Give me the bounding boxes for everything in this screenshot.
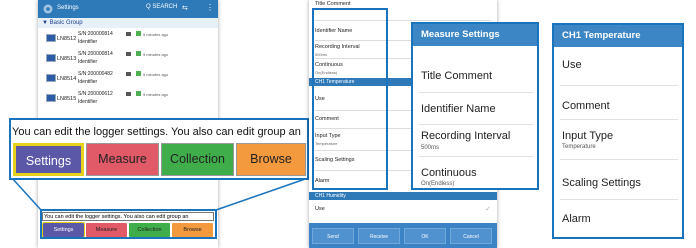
cancel-button[interactable]: Cancel [450,228,492,244]
logger-serial: S/N:200000482 [78,71,113,77]
settings-gear-icon [43,4,53,14]
logger-device-icon [46,34,56,42]
logger-item[interactable]: LN8513 S/N:200000814 Identifier 9 minute… [46,50,216,68]
panel-item-comment[interactable]: Comment [562,100,610,112]
receive-button[interactable]: Receive [358,228,400,244]
divider [560,199,678,200]
logger-serial: S/N:200000814 [78,51,113,57]
checkbox-icon[interactable]: ✓ [485,205,491,213]
battery-icon [126,32,131,36]
divider [560,85,678,86]
divider [560,159,678,160]
logger-item[interactable]: LN8515 S/N:200000612 Identifier 9 minute… [46,90,216,108]
signal-icon [136,51,141,56]
logger-status: 9 minutes ago [143,92,169,97]
logger-item[interactable]: LN8514 S/N:200000482 Identifier 9 minute… [46,70,216,88]
logger-device-icon [46,74,56,82]
panel-item-scaling-settings[interactable]: Scaling Settings [562,177,641,189]
signal-icon [136,91,141,96]
search-button[interactable]: Q SEARCH [146,4,177,10]
send-button[interactable]: Send [312,228,354,244]
panel-item-recording-interval[interactable]: Recording Interval [421,130,510,142]
setting-label: Use [315,206,325,212]
panel-item-use[interactable]: Use [562,59,582,71]
battery-icon [126,92,131,96]
section-header-ch1-humidity: CH1 Humidity [309,192,497,200]
logger-identifier: Identifier [78,79,98,85]
overflow-menu-icon[interactable]: ⋮ [206,3,214,12]
setting-row-humidity-use[interactable]: Use [315,206,495,212]
panel-measure-settings: Measure Settings Title Comment Identifie… [411,22,539,190]
panel-item-value: On(Endless) [421,181,455,187]
tab-collection[interactable]: Collection [161,143,234,176]
divider [560,119,678,120]
panel-item-input-type[interactable]: Input Type [562,130,613,142]
logger-identifier: Identifier [78,39,98,45]
setting-row-title-comment[interactable]: Title Comment [315,1,495,7]
logger-name: LN8513 [57,56,77,62]
logger-status: 9 minutes ago [143,52,169,57]
panel-header: CH1 Temperature [554,25,682,47]
logger-status: 9 minutes ago [143,32,169,37]
logger-serial: S/N:200000814 [78,31,113,37]
divider [419,92,533,93]
logger-name: LN8512 [57,36,77,42]
logger-serial: S/N:200000612 [78,91,113,97]
panel-item-identifier-name[interactable]: Identifier Name [421,103,496,115]
tab-browse[interactable]: Browse [236,143,306,176]
battery-icon [126,72,131,76]
divider [419,124,533,125]
callout-frame-small [40,209,217,239]
logger-name: LN8514 [57,76,77,82]
battery-icon [126,52,131,56]
logger-device-icon [46,94,56,102]
app-bar: Settings Q SEARCH ⇆ ⋮ [38,0,218,18]
panel-item-title-comment[interactable]: Title Comment [421,70,492,82]
panel-item-continuous[interactable]: Continuous [421,167,477,179]
setting-label: Title Comment [315,1,351,7]
logger-status: 9 minutes ago [143,72,169,77]
tab-settings[interactable]: Settings [13,143,84,176]
logger-name: LN8515 [57,96,77,102]
panel-header: Measure Settings [413,24,537,46]
app-title: Settings [57,5,79,11]
ok-button[interactable]: OK [404,228,446,244]
panel-item-value: Temperature [562,144,596,150]
group-header[interactable]: ▼ Basic Group [38,18,218,28]
action-button-bar: Send Receive OK Cancel [309,223,497,248]
panel-ch1-temperature: CH1 Temperature Use Comment Input Type T… [552,23,684,239]
divider [419,156,533,157]
signal-icon [136,31,141,36]
tab-measure[interactable]: Measure [86,143,159,176]
callout-frame-measure [312,8,388,190]
toolbar-icon[interactable]: ⇆ [182,4,188,12]
panel-item-alarm[interactable]: Alarm [562,213,591,225]
logger-identifier: Identifier [78,59,98,65]
logger-item[interactable]: LN8512 S/N:200000814 Identifier 9 minute… [46,30,216,48]
zoom-hint-text: You can edit the logger settings. You al… [12,126,301,138]
logger-identifier: Identifier [78,99,98,105]
signal-icon [136,71,141,76]
panel-item-value: 500ms [421,145,440,151]
logger-device-icon [46,54,56,62]
